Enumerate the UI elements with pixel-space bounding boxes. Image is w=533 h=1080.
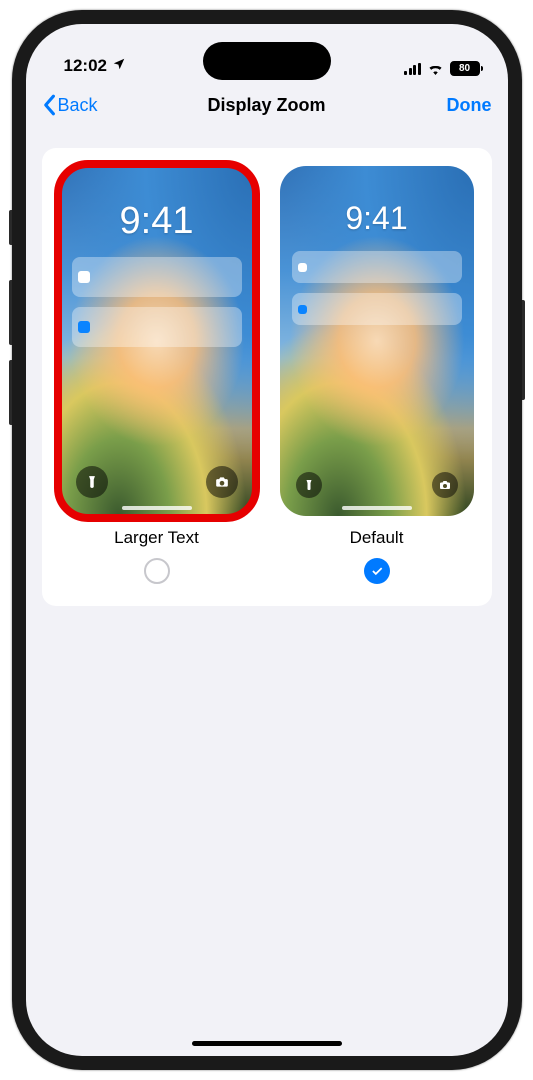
preview-notification [292, 251, 462, 283]
back-button[interactable]: Back [42, 94, 132, 116]
status-time: 12:02 [64, 56, 107, 76]
location-icon [112, 56, 126, 76]
camera-icon [432, 472, 458, 498]
preview-time: 9:41 [280, 200, 474, 237]
highlight-ring [54, 160, 260, 522]
page-title: Display Zoom [207, 95, 325, 116]
done-button[interactable]: Done [402, 95, 492, 116]
screen: 12:02 80 Back Display Zoom Done [26, 24, 508, 1056]
preview-default: 9:41 [280, 166, 474, 516]
dynamic-island [203, 42, 331, 80]
option-larger-text[interactable]: 9:41 Larger Text [56, 166, 258, 584]
wifi-icon [427, 62, 444, 75]
zoom-options-card: 9:41 Larger Text [42, 148, 492, 606]
nav-bar: Back Display Zoom Done [26, 82, 508, 128]
flashlight-icon [296, 472, 322, 498]
preview-notification [292, 293, 462, 325]
back-label: Back [58, 95, 98, 116]
option-label: Larger Text [114, 528, 199, 548]
radio-larger-text[interactable] [144, 558, 170, 584]
home-indicator[interactable] [192, 1041, 342, 1046]
radio-default[interactable] [364, 558, 390, 584]
cellular-icon [404, 63, 421, 75]
option-label: Default [350, 528, 404, 548]
device-frame: 12:02 80 Back Display Zoom Done [12, 10, 522, 1070]
battery-icon: 80 [450, 61, 480, 76]
option-default[interactable]: 9:41 Default [276, 166, 478, 584]
